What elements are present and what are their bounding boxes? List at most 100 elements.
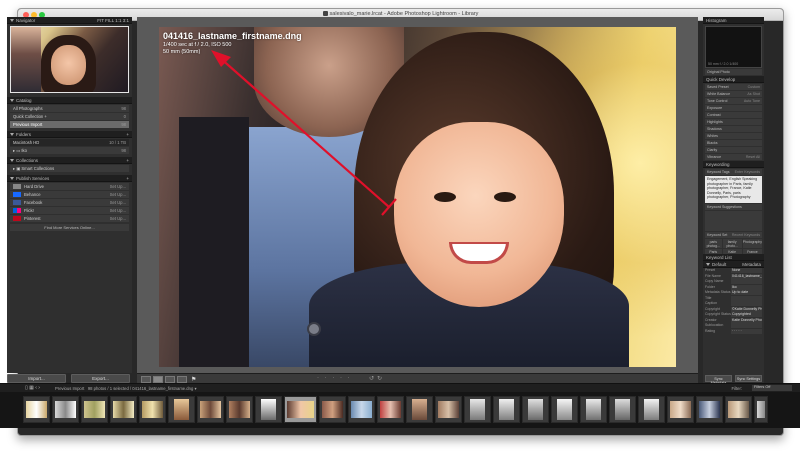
- keyword-set-row[interactable]: Keyword Set Recent Keywords: [705, 232, 762, 238]
- histogram-header[interactable]: Histogram: [703, 17, 764, 24]
- filmstrip-thumbnail[interactable]: [110, 396, 137, 423]
- keyword-tags-field[interactable]: Engagement, English Speaking photographe…: [705, 176, 762, 203]
- keyword-set-item[interactable]: paris photog...: [705, 239, 722, 248]
- annotation-arrow: [211, 50, 397, 216]
- navigator-header[interactable]: Navigator FIT FILL 1:1 3:1: [7, 17, 132, 24]
- filmstrip-thumbnail[interactable]: [464, 396, 491, 423]
- filmstrip-thumbnail[interactable]: [319, 396, 346, 423]
- white-balance-row[interactable]: White Balance As Shot: [705, 91, 762, 97]
- filmstrip-thumbnail[interactable]: [696, 396, 723, 423]
- filmstrip-thumbnail[interactable]: [580, 396, 607, 423]
- publish-item-flickr[interactable]: Flickr Set Up...: [10, 207, 129, 214]
- collapse-triangle-icon: [10, 159, 14, 162]
- filmstrip-thumbnail[interactable]: [435, 396, 462, 423]
- add-service-icon[interactable]: +: [126, 176, 129, 181]
- collapse-triangle-icon: [10, 177, 14, 180]
- add-folder-icon[interactable]: +: [126, 132, 129, 137]
- filter-select[interactable]: Filters Off: [752, 385, 792, 391]
- collapse-triangle-icon: [10, 99, 14, 102]
- filmstrip-header: ▯ ▦ ‹ › Previous Import 98 photos / 1 se…: [0, 383, 800, 392]
- metadata-rating[interactable]: Rating · · · · ·: [705, 328, 762, 335]
- qd-shadows-row[interactable]: Shadows: [705, 126, 762, 132]
- original-photo-checkbox[interactable]: Original Photo: [705, 69, 762, 75]
- filmstrip-thumbnail[interactable]: [139, 396, 166, 423]
- filmstrip-thumbnail[interactable]: [348, 396, 375, 423]
- publish-item-pinterest[interactable]: Pinterest Set Up...: [10, 215, 129, 222]
- main-photo[interactable]: 041416_lastname_firstname.dng 1/400 sec …: [159, 27, 676, 367]
- collapse-triangle-icon: [706, 263, 710, 266]
- filmstrip-thumbnail-selected[interactable]: [284, 396, 317, 423]
- saved-preset-row[interactable]: Saved Preset Custom: [705, 84, 762, 90]
- catalog-header[interactable]: Catalog: [7, 97, 132, 104]
- publish-item-facebook[interactable]: Facebook Set Up...: [10, 199, 129, 206]
- filter-label: Filter:: [731, 386, 742, 391]
- filmstrip-thumbnail[interactable]: [255, 396, 282, 423]
- find-more-services-button[interactable]: Find More Services Online...: [10, 224, 129, 231]
- qd-blacks-row[interactable]: Blacks: [705, 140, 762, 146]
- filmstrip-thumbnail[interactable]: [667, 396, 694, 423]
- folders-header[interactable]: Folders +: [7, 131, 132, 138]
- flag-icon[interactable]: ⚑: [191, 376, 196, 383]
- zoom-options[interactable]: FIT FILL 1:1 3:1: [97, 18, 129, 23]
- metadata-header[interactable]: Default Metadata: [703, 261, 764, 268]
- qd-highlights-row[interactable]: Highlights: [705, 119, 762, 125]
- collection-item-smart-collections[interactable]: ▸ ▣ Smart Collections: [10, 165, 129, 172]
- filmstrip-thumbnail[interactable]: [23, 396, 50, 423]
- publish-item-hard-drive[interactable]: Hard Drive Set Up...: [10, 183, 129, 190]
- catalog-item-quick-collection[interactable]: Quick Collection +0: [10, 113, 129, 120]
- filmstrip-thumbnail[interactable]: [551, 396, 578, 423]
- navigator-preview[interactable]: [10, 26, 129, 93]
- qd-exposure-row[interactable]: Exposure: [705, 105, 762, 111]
- filmstrip-thumbnail[interactable]: [377, 396, 404, 423]
- filmstrip-thumbnail[interactable]: [52, 396, 79, 423]
- quick-develop-header[interactable]: Quick Develop: [703, 76, 764, 83]
- left-panel-buttons: Import... Export...: [7, 374, 132, 383]
- filmstrip-thumbnail[interactable]: [754, 396, 768, 423]
- filmstrip-thumbnail[interactable]: [226, 396, 253, 423]
- filmstrip-thumbnail[interactable]: [638, 396, 665, 423]
- catalog-item-previous-import[interactable]: Previous Import 98: [10, 121, 129, 128]
- grid-view-button[interactable]: [141, 376, 151, 383]
- collections-header[interactable]: Collections +: [7, 157, 132, 164]
- folder-item-iko[interactable]: ▸ ▭ Iko 98: [10, 147, 129, 154]
- qd-contrast-row[interactable]: Contrast: [705, 112, 762, 118]
- reset-all-button[interactable]: Reset All: [746, 155, 760, 159]
- keywording-header[interactable]: Keywording: [703, 161, 764, 168]
- filmstrip-thumbnail[interactable]: [493, 396, 520, 423]
- filmstrip-thumbnail[interactable]: [522, 396, 549, 423]
- tone-control-row[interactable]: Tone Control Auto Tone: [705, 98, 762, 104]
- keyword-suggestions-area[interactable]: [705, 211, 762, 231]
- filmstrip-thumbnail[interactable]: [725, 396, 752, 423]
- survey-view-button[interactable]: [177, 376, 187, 383]
- keyword-list-header[interactable]: Keyword List: [703, 254, 764, 261]
- folder-volume-macintosh-hd[interactable]: Macintosh HD 10 / 1 TB: [10, 139, 129, 146]
- histogram: 50 mm f / 2.0 1/400: [705, 26, 762, 68]
- import-button[interactable]: Import...: [7, 374, 66, 383]
- filmstrip-thumbnail[interactable]: [197, 396, 224, 423]
- export-button[interactable]: Export...: [71, 374, 130, 383]
- publish-item-behance[interactable]: Behance Set Up...: [10, 191, 129, 198]
- keyword-set-item[interactable]: family photo...: [722, 239, 742, 248]
- qd-whites-row[interactable]: Whites: [705, 133, 762, 139]
- filmstrip-thumbnail[interactable]: [168, 396, 195, 423]
- publish-services-header[interactable]: Publish Services +: [7, 175, 132, 182]
- sync-settings-button[interactable]: Sync Settings: [735, 375, 762, 382]
- add-collection-icon[interactable]: +: [126, 158, 129, 163]
- star-rating[interactable]: · · · · ·: [317, 375, 352, 381]
- loupe-view-button[interactable]: [153, 376, 163, 383]
- filmstrip-breadcrumb[interactable]: Previous Import 98 photos / 1 selected /…: [55, 386, 197, 391]
- filmstrip-thumbnail[interactable]: [406, 396, 433, 423]
- compare-view-button[interactable]: [165, 376, 175, 383]
- sync-metadata-button[interactable]: Sync Metadata: [705, 375, 732, 385]
- qd-clarity-row[interactable]: Clarity: [705, 147, 762, 153]
- keyword-tags-row[interactable]: Keyword Tags Enter Keywords: [705, 169, 762, 175]
- qd-vibrance-row[interactable]: Vibrance Reset All: [705, 154, 762, 160]
- filmstrip-nav-icons[interactable]: ▯ ▦ ‹ ›: [25, 385, 40, 391]
- keyword-suggestions-label: Keyword Suggestions: [705, 204, 762, 210]
- rotate-icons[interactable]: ↺↻: [369, 375, 385, 382]
- filmstrip-thumbnail[interactable]: [609, 396, 636, 423]
- filmstrip-thumbnail[interactable]: [81, 396, 108, 423]
- keyword-set-item[interactable]: Photography: [742, 239, 762, 248]
- keyword-set-grid: paris photog... family photo... Photogra…: [705, 239, 762, 268]
- catalog-item-all-photographs[interactable]: All Photographs 98: [10, 105, 129, 112]
